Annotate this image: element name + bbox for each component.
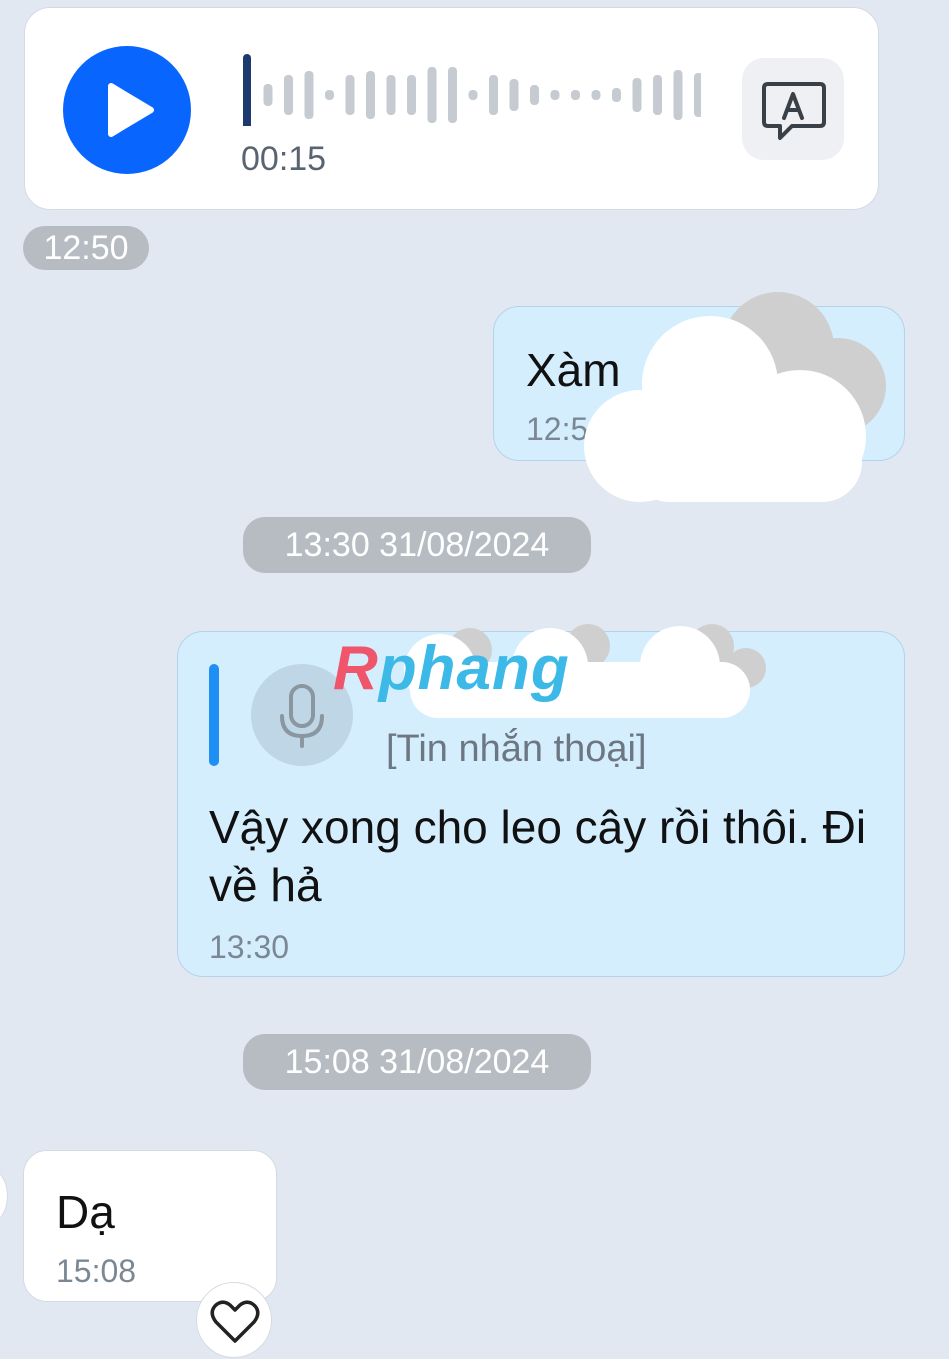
time-separator: 12:50 [23,226,149,270]
waveform-bar [345,75,355,115]
waveform-bar [694,73,701,117]
play-icon [108,83,154,137]
waveform-bar [550,90,560,100]
waveform-bar [325,90,334,100]
waveform-bar [632,78,642,112]
waveform-bar [612,88,621,102]
waveform-bar [673,70,683,120]
waveform-bar [468,90,478,100]
waveform-bar [489,75,498,115]
waveform-bar [427,67,437,123]
date-separator: 15:08 31/08/2024 [243,1034,591,1090]
waveform-bar [304,71,314,119]
voice-duration: 00:15 [241,140,327,178]
waveform-bar [263,84,273,106]
message-time: 13:30 [209,929,290,965]
waveform-bar [243,54,251,126]
waveform-bar [653,75,662,115]
received-message-bubble[interactable]: Dạ 15:08 [23,1150,277,1302]
waveform-bar [448,67,457,123]
transcribe-button[interactable] [742,58,844,160]
waveform-bar [509,79,519,111]
audio-waveform[interactable] [241,46,701,126]
waveform-bar [407,75,416,115]
watermark-logo: Rphang [333,634,570,703]
waveform-bar [386,75,396,115]
message-text: Dạ [56,1186,115,1238]
text-speech-icon [762,82,826,140]
quote-bar [209,664,219,766]
cloud-sticker-overlay [584,292,886,502]
quoted-message-type: [Tin nhắn thoại] [386,728,647,770]
date-separator: 13:30 31/08/2024 [243,517,591,573]
waveform-bar [284,75,293,115]
voice-message-bubble[interactable]: 00:15 [24,7,879,210]
react-button[interactable] [196,1282,272,1358]
waveform-bar [366,71,375,119]
play-button[interactable] [63,46,191,174]
avatar[interactable] [0,1168,8,1224]
message-time: 15:08 [56,1253,137,1289]
waveform-bar [571,90,580,100]
message-text: Vậy xong cho leo cây rồi thôi. Đi về hả [209,801,867,911]
waveform-bar [591,90,601,100]
waveform-bar [530,85,539,105]
